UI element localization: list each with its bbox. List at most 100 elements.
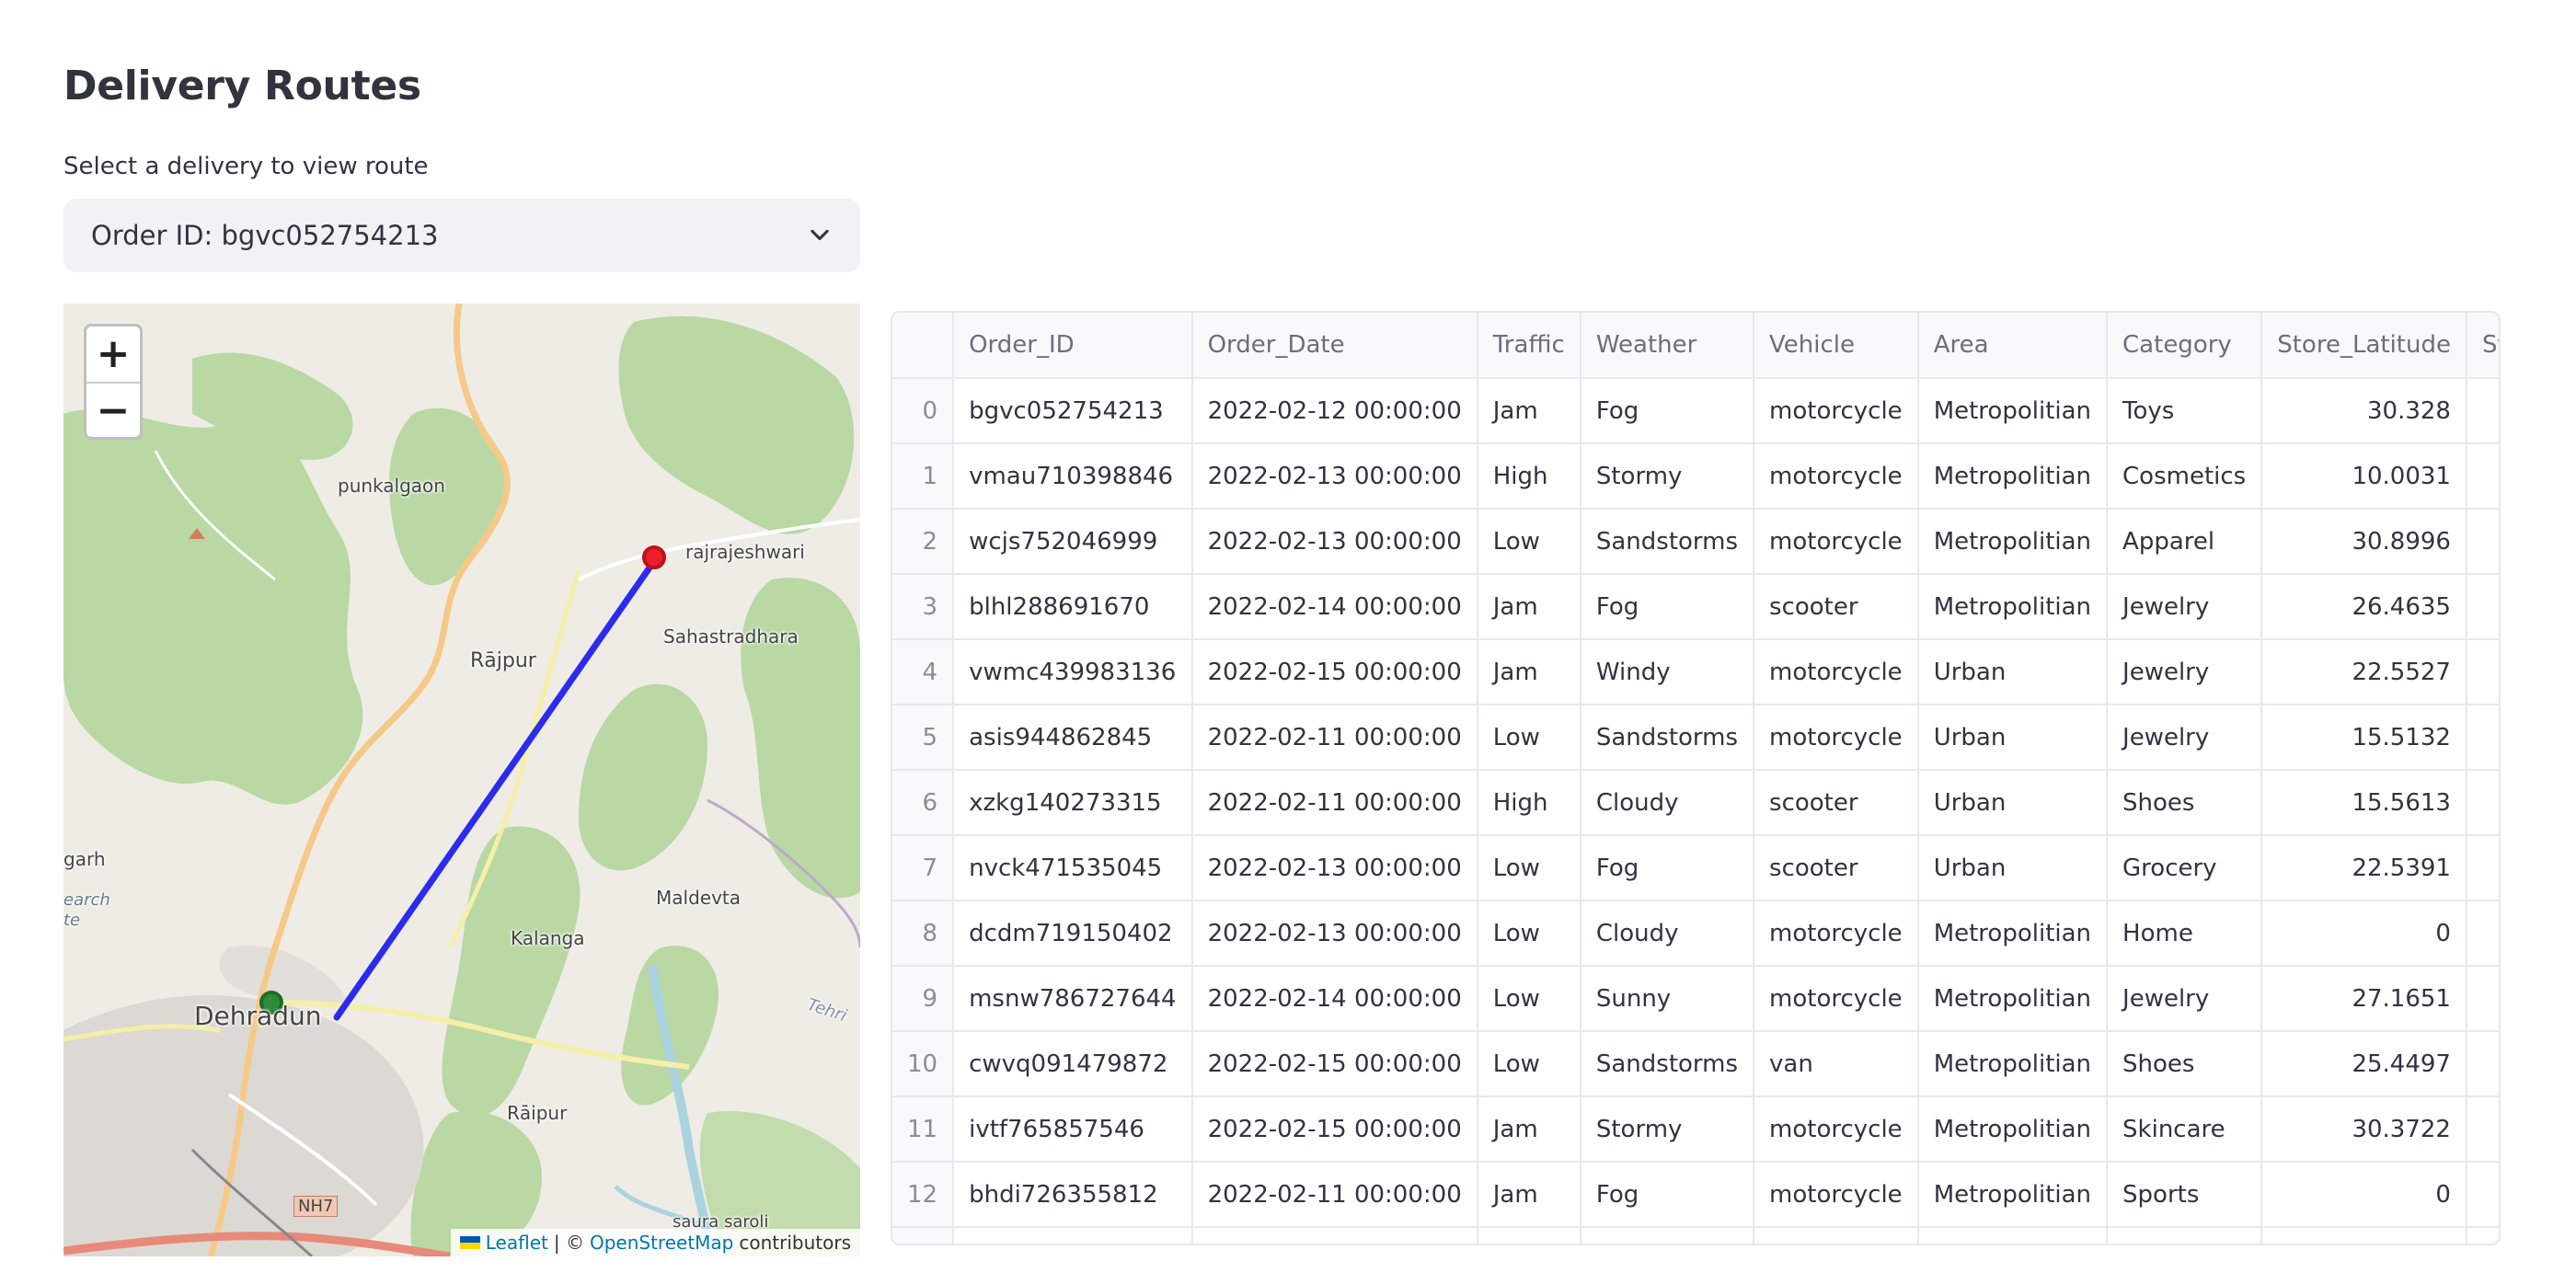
- table-cell: cwvq091479872: [953, 1031, 1193, 1097]
- table-row[interactable]: 12 bhdi726355812 2022-02-11 00:00:00 Jam Fog…: [892, 1162, 2499, 1228]
- index-column-header[interactable]: [892, 313, 955, 379]
- table-cell: Jam: [1477, 378, 1581, 444]
- zoom-out-button[interactable]: −: [86, 384, 140, 437]
- table-row[interactable]: 3 blhl288691670 2022-02-14 00:00:00 Jam Fog s…: [892, 574, 2499, 640]
- table-cell: motorcycle: [1754, 378, 1919, 444]
- place-label: Rājpur: [470, 649, 536, 672]
- table-cell: Urban: [1917, 835, 2109, 901]
- table-row[interactable]: 10 cwvq091479872 2022-02-15 00:00:00 Low San…: [892, 1031, 2499, 1097]
- table-cell: 8: [2466, 639, 2499, 705]
- chevron-down-icon: [807, 223, 833, 248]
- table-cell: 22.5391: [2261, 835, 2467, 901]
- table-cell: Metropolitian: [1917, 378, 2109, 444]
- table-cell: 7: [2466, 966, 2499, 1032]
- table-cell: 7: [2466, 770, 2499, 836]
- table-cell: Cloudy: [1580, 900, 1755, 967]
- table-cell: [1754, 1227, 1919, 1244]
- column-header[interactable]: Category: [2107, 313, 2263, 379]
- column-header[interactable]: Area: [1917, 313, 2109, 379]
- data-table[interactable]: Order_ID Order_Date Traffic Weather Vehicle A…: [891, 311, 2501, 1245]
- table-cell: Fog: [1580, 1162, 1755, 1228]
- table-cell: [2466, 1162, 2499, 1228]
- leaflet-link[interactable]: Leaflet: [486, 1232, 548, 1254]
- table-cell: 10.0031: [2261, 443, 2467, 510]
- table-cell: scooter: [1754, 835, 1919, 901]
- table-cell: Sandstorms: [1580, 509, 1755, 575]
- table-row[interactable]: 1 vmau710398846 2022-02-13 00:00:00 High Sto…: [892, 443, 2499, 510]
- table-cell: Metropolitian: [1917, 966, 2109, 1032]
- table-row[interactable]: [892, 1227, 2499, 1244]
- table-row[interactable]: 8 dcdm719150402 2022-02-13 00:00:00 Low Clou…: [892, 900, 2499, 967]
- table-row[interactable]: 7 nvck471535045 2022-02-13 00:00:00 Low Fog s…: [892, 835, 2499, 901]
- table-cell: Skincare: [2107, 1096, 2263, 1163]
- table-cell: Sandstorms: [1580, 1031, 1755, 1097]
- table-cell: [1580, 1227, 1755, 1244]
- column-header[interactable]: Traffic: [1477, 313, 1581, 379]
- place-label: Sahastradhara: [663, 625, 799, 648]
- table-cell: scooter: [1754, 770, 1919, 836]
- table-cell: Grocery: [2107, 835, 2263, 901]
- table-cell: motorcycle: [1754, 900, 1919, 967]
- table-cell: [2466, 900, 2499, 967]
- row-index: 11: [892, 1096, 955, 1163]
- table-cell: motorcycle: [1754, 443, 1919, 510]
- table-cell: 0: [2261, 1162, 2467, 1228]
- osm-link[interactable]: OpenStreetMap: [590, 1232, 733, 1254]
- table-cell: Jewelry: [2107, 639, 2263, 705]
- table-cell: 15.5613: [2261, 770, 2467, 836]
- row-index: [892, 1227, 955, 1244]
- row-index: 0: [892, 378, 955, 444]
- table-cell: Windy: [1580, 639, 1755, 705]
- table-row[interactable]: 4 vwmc439983136 2022-02-15 00:00:00 Jam Wind…: [892, 639, 2499, 705]
- select-label: Select a delivery to view route: [63, 153, 429, 180]
- table-cell: asis944862845: [953, 705, 1193, 771]
- zoom-control: + −: [84, 324, 143, 440]
- zoom-in-button[interactable]: +: [86, 327, 140, 384]
- table-cell: msnw786727644: [953, 966, 1193, 1032]
- table-row[interactable]: 5 asis944862845 2022-02-11 00:00:00 Low Sand…: [892, 705, 2499, 771]
- table-row[interactable]: 0 bgvc052754213 2022-02-12 00:00:00 Jam Fog m…: [892, 378, 2499, 444]
- table-row[interactable]: 6 xzkg140273315 2022-02-11 00:00:00 High Clo…: [892, 770, 2499, 836]
- table-cell: Jewelry: [2107, 966, 2263, 1032]
- table-cell: Fog: [1580, 835, 1755, 901]
- column-header[interactable]: Vehicle: [1754, 313, 1919, 379]
- table-cell: Low: [1477, 900, 1581, 967]
- route-map[interactable]: punkalgaon rajrajeshwari Sahastradhara R…: [63, 304, 860, 1256]
- table-cell: ivtf765857546: [953, 1096, 1193, 1163]
- table-row[interactable]: 9 msnw786727644 2022-02-14 00:00:00 Low Sunn…: [892, 966, 2499, 1032]
- column-header[interactable]: Store_Latitude: [2261, 313, 2467, 379]
- table-cell: 22.5527: [2261, 639, 2467, 705]
- table-cell: Low: [1477, 509, 1581, 575]
- table-cell: 8: [2466, 574, 2499, 640]
- table-row[interactable]: 11 ivtf765857546 2022-02-15 00:00:00 Jam Sto…: [892, 1096, 2499, 1163]
- table-cell: motorcycle: [1754, 705, 1919, 771]
- table-cell: Sandstorms: [1580, 705, 1755, 771]
- place-label: Maldevta: [656, 887, 742, 909]
- column-header[interactable]: Store_Lon: [2466, 313, 2499, 379]
- delivery-select[interactable]: Order ID: bgvc052754213: [63, 199, 860, 272]
- table-cell: 8: [2466, 835, 2499, 901]
- row-index: 8: [892, 900, 955, 967]
- table-cell: motorcycle: [1754, 1162, 1919, 1228]
- table-cell: Metropolitian: [1917, 900, 2109, 967]
- place-label: Rāipur: [507, 1102, 568, 1124]
- table-cell: [1477, 1227, 1581, 1244]
- table-cell: 25.4497: [2261, 1031, 2467, 1097]
- table-cell: Jewelry: [2107, 705, 2263, 771]
- table-cell: 30.8996: [2261, 509, 2467, 575]
- table-cell: [2466, 1227, 2499, 1244]
- ukraine-flag-icon: [459, 1236, 480, 1249]
- table-cell: 2022-02-13 00:00:00: [1191, 509, 1478, 575]
- row-index: 12: [892, 1162, 955, 1228]
- column-header[interactable]: Order_ID: [953, 313, 1193, 379]
- table-cell: 0: [2261, 900, 2467, 967]
- table-cell: 2022-02-11 00:00:00: [1191, 705, 1478, 771]
- place-label: te: [63, 911, 81, 930]
- table-cell: motorcycle: [1754, 1096, 1919, 1163]
- row-index: 6: [892, 770, 955, 836]
- table-row[interactable]: 2 wcjs752046999 2022-02-13 00:00:00 Low Sand…: [892, 509, 2499, 575]
- column-header[interactable]: Order_Date: [1191, 313, 1478, 379]
- column-header[interactable]: Weather: [1580, 313, 1755, 379]
- row-index: 1: [892, 443, 955, 510]
- table-cell: 2022-02-14 00:00:00: [1191, 966, 1478, 1032]
